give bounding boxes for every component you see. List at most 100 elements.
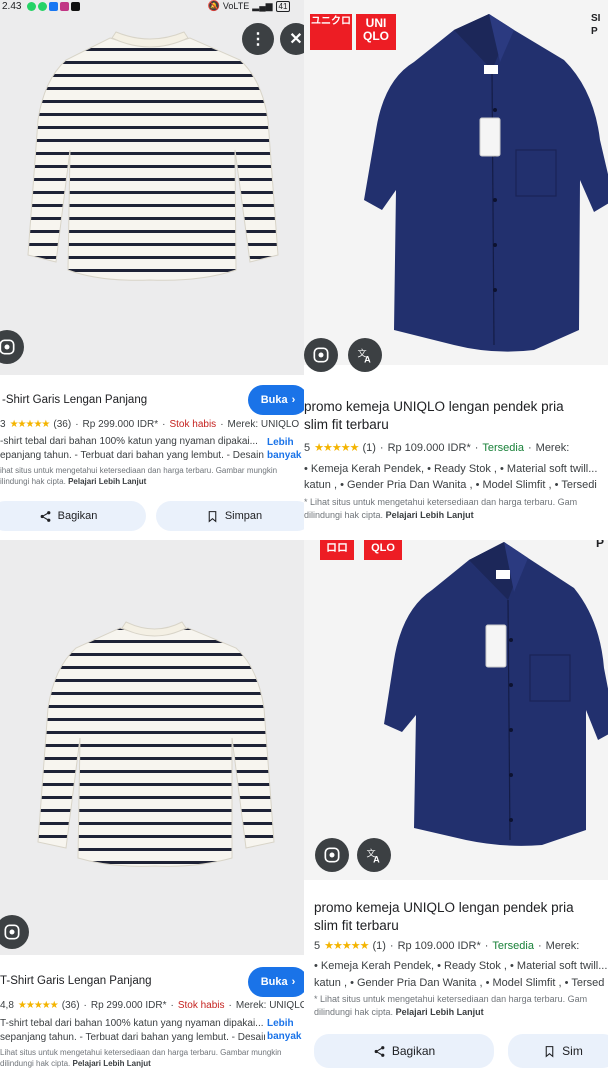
rating-row: 3 ★★★★★ (36) · Rp 299.000 IDR* · Stok ha…: [0, 419, 299, 430]
product-title[interactable]: -Shirt Garis Lengan Panjang: [2, 394, 147, 406]
network-label: VoLTE: [222, 1, 250, 11]
translate-button[interactable]: 文A: [357, 838, 391, 872]
translate-icon: 文A: [367, 848, 381, 865]
save-button[interactable]: Simpan: [156, 501, 304, 531]
price: Rp 109.000 IDR*: [397, 939, 481, 952]
product-title[interactable]: T-Shirt Garis Lengan Panjang: [0, 975, 152, 987]
product-title[interactable]: promo kemeja UNIQLO lengan pendek pria s…: [314, 899, 604, 935]
product-card-striped-tshirt: T-Shirt Garis Lengan Panjang Buka › 4,8 …: [0, 540, 304, 1080]
separator-dot: ·: [389, 939, 394, 952]
title-line-1: promo kemeja UNIQLO lengan pendek pria: [314, 900, 574, 915]
rating-value: 5: [304, 441, 311, 454]
separator-dot: ·: [484, 939, 489, 952]
lens-icon: [0, 339, 15, 355]
separator-dot: ·: [75, 419, 79, 430]
save-button[interactable]: Sim: [508, 1034, 608, 1068]
price: Rp 299.000 IDR*: [82, 419, 159, 430]
share-label: Bagikan: [391, 1044, 436, 1058]
disclaimer-line-1: * Lihat situs untuk mengetahui ketersedi…: [304, 497, 578, 507]
corner-text-2: P: [591, 26, 598, 37]
open-button[interactable]: Buka ›: [248, 967, 304, 997]
rating-value: 3: [0, 419, 6, 430]
lens-icon: [4, 924, 20, 940]
status-time: 2.43: [2, 0, 22, 12]
learn-more-link[interactable]: Pelajari Lebih Lanjut: [396, 1007, 484, 1017]
share-button[interactable]: Bagikan: [0, 501, 146, 531]
learn-more-link[interactable]: Pelajari Lebih Lanjut: [386, 510, 474, 520]
lens-button[interactable]: [304, 338, 338, 372]
more-link[interactable]: Lebih banyak: [265, 1017, 302, 1043]
description-line-2: katun , • Gender Pria Dan Wanita , • Mod…: [314, 977, 605, 989]
chevron-right-icon: ›: [291, 976, 296, 988]
rating-row: 4,8 ★★★★★ (36) · Rp 299.000 IDR* · Stok …: [0, 1000, 304, 1011]
rating-value: 5: [314, 939, 321, 952]
bookmark-icon: [545, 1045, 554, 1058]
disclaimer-line-2: dilindungi hak cipta. Pelajari Lebih Lan…: [304, 509, 474, 521]
instagram-icon: [60, 1, 70, 11]
open-label: Buka: [260, 394, 288, 406]
navy-shirt-image: [384, 542, 608, 846]
open-label: Buka: [260, 976, 288, 988]
price: Rp 299.000 IDR*: [90, 1000, 167, 1011]
product-image[interactable]: [0, 0, 304, 375]
save-label: Simpan: [224, 510, 263, 522]
rating-row: 5 ★★★★★ (1) · Rp 109.000 IDR* · Tersedia…: [314, 939, 580, 953]
star-icon: ★★★★★: [17, 1000, 59, 1011]
separator-dot: ·: [162, 419, 166, 430]
review-count: (36): [53, 419, 72, 430]
share-icon: [40, 510, 50, 522]
messenger-icon: [49, 1, 59, 11]
share-label: Bagikan: [57, 510, 98, 522]
description-line-1: -shirt tebal dari bahan 100% katun yang …: [0, 436, 258, 447]
navy-shirt-image: [364, 14, 608, 352]
corner-text-1: SI: [591, 13, 601, 24]
disclaimer-text: dilindungi hak cipta.: [0, 1059, 71, 1068]
translate-button[interactable]: 文A: [348, 338, 382, 372]
striped-tshirt-image: [27, 31, 279, 281]
rating-value: 4,8: [0, 1000, 14, 1011]
svg-text:A: A: [373, 855, 380, 865]
close-icon: ✕: [289, 31, 303, 48]
product-card-uniqlo-shirt: ユニクロ UNI QLO SI P 文A promo kemeja UNIQLO…: [304, 0, 608, 540]
learn-more-link[interactable]: Pelajari Lebih Lanjut: [73, 1059, 151, 1068]
share-button[interactable]: Bagikan: [314, 1034, 494, 1068]
product-image[interactable]: [0, 540, 304, 955]
more-vert-button[interactable]: ⋮: [242, 23, 274, 55]
stock-status: Tersedia: [492, 939, 534, 952]
translate-icon: 文A: [358, 348, 372, 365]
open-button[interactable]: Buka ›: [248, 385, 304, 415]
description-line-2: epanjang tahun. - Terbuat dari bahan yan…: [0, 450, 264, 461]
title-line-2: slim fit terbaru: [304, 417, 389, 432]
lens-button[interactable]: [315, 838, 349, 872]
brand: Merek:: [545, 939, 580, 952]
stock-status: Stok habis: [177, 1000, 225, 1011]
price: Rp 109.000 IDR*: [387, 441, 471, 454]
svg-text:A: A: [364, 355, 371, 365]
disclaimer-line-2: ilindungi hak cipta. Pelajari Lebih Lanj…: [0, 476, 146, 488]
more-label-1: Lebih: [267, 1018, 294, 1029]
product-image[interactable]: [304, 0, 608, 365]
lens-icon: [313, 347, 329, 363]
close-button[interactable]: ✕: [280, 23, 304, 55]
lens-icon: [324, 847, 340, 863]
more-label-2: banyak: [267, 1031, 302, 1042]
rating-row: 5 ★★★★★ (1) · Rp 109.000 IDR* · Tersedia…: [304, 441, 570, 455]
more-link[interactable]: Lebih banyak: [265, 436, 302, 462]
separator-dot: ·: [220, 419, 224, 430]
star-icon: ★★★★★: [324, 940, 369, 952]
battery-level: 41: [275, 0, 291, 12]
product-title[interactable]: promo kemeja UNIQLO lengan pendek pria s…: [304, 398, 604, 434]
star-icon: ★★★★★: [314, 442, 359, 454]
learn-more-link[interactable]: Pelajari Lebih Lanjut: [68, 477, 146, 486]
product-image[interactable]: [304, 540, 608, 880]
brand: Merek: UNIQLO: [227, 419, 300, 430]
star-icon: ★★★★★: [9, 419, 51, 430]
product-card-uniqlo-shirt: ロロ QLO P 文A promo kemeja UNIQLO lengan p…: [304, 540, 608, 1080]
title-line-2: slim fit terbaru: [314, 918, 399, 933]
disclaimer-line-1: * Lihat situs untuk mengetahui ketersedi…: [314, 994, 588, 1004]
brand: Merek:: [535, 441, 570, 454]
disclaimer-line-2: dilindungi hak cipta. Pelajari Lebih Lan…: [0, 1058, 151, 1070]
description-line-1: T-shirt tebal dari bahan 100% katun yang…: [0, 1018, 264, 1029]
save-label: Sim: [562, 1044, 583, 1058]
disclaimer-text: dilindungi hak cipta.: [304, 510, 384, 520]
